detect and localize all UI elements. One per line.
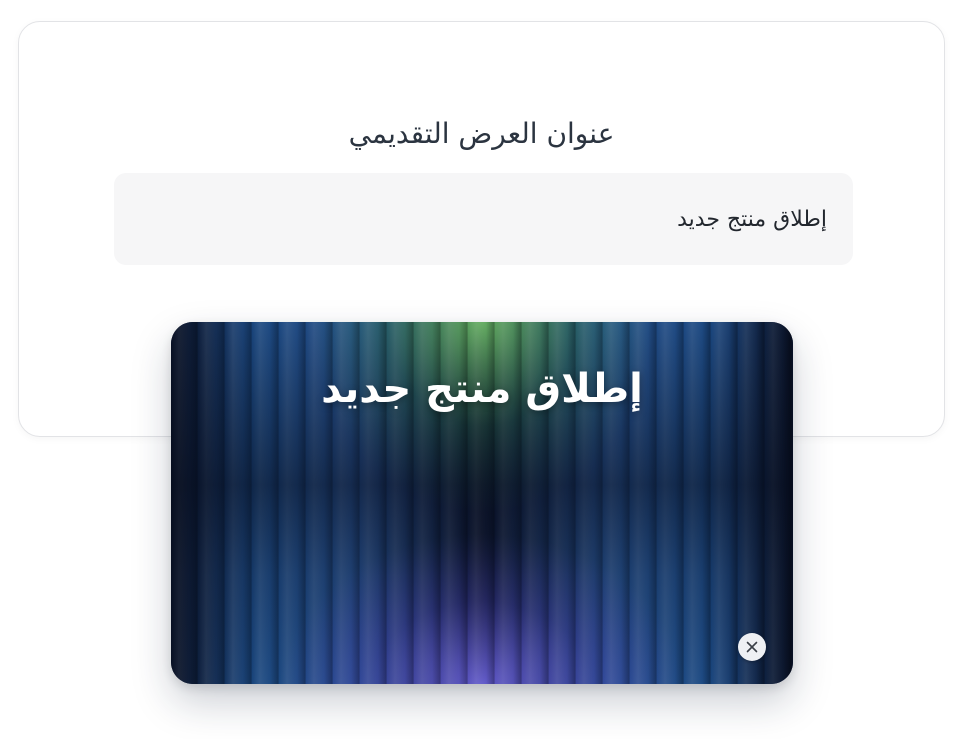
slide-title: إطلاق منتج جديد [321, 366, 643, 412]
slide-preview: إطلاق منتج جديد [171, 322, 793, 684]
page: عنوان العرض التقديمي إطلاق منتج جديد إطل… [0, 0, 969, 739]
close-icon [746, 641, 758, 653]
close-preview-button[interactable] [738, 633, 766, 661]
presentation-title-heading: عنوان العرض التقديمي [348, 117, 615, 150]
presentation-title-input[interactable]: إطلاق منتج جديد [114, 173, 853, 265]
